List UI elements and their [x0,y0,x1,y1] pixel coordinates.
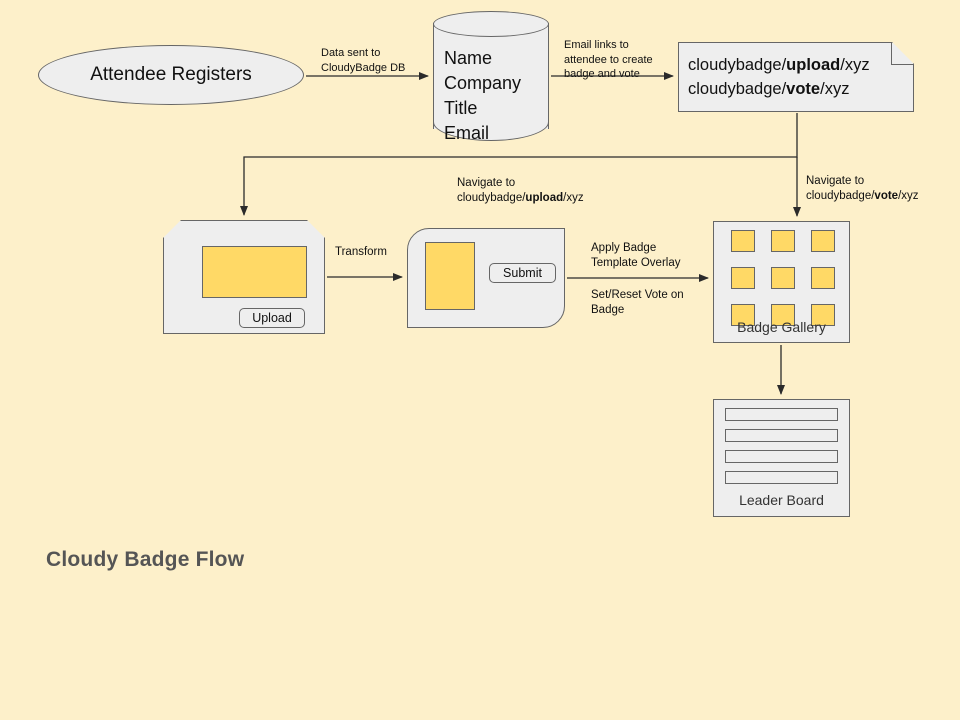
leader-board-row[interactable] [725,429,838,442]
badge-tile[interactable] [811,267,835,289]
submit-button[interactable]: Submit [489,263,556,283]
transform-image-placeholder [425,242,475,310]
edge-label-line: attendee to create [564,53,653,66]
badge-tile[interactable] [731,230,755,252]
leader-board-row[interactable] [725,408,838,421]
badge-tile[interactable] [811,230,835,252]
db-field: Email [444,123,490,143]
upload-image-placeholder [202,246,307,298]
edge-label-suffix: /xyz [898,190,919,202]
badge-gallery-caption: Badge Gallery [737,319,826,335]
edge-label-apply-template: Apply Badge Template Overlay [591,241,680,271]
edge-label-line: Set/Reset Vote on [591,289,684,301]
node-attendee-registers-label: Attendee Registers [90,64,252,85]
edge-label-register-to-db: Data sent to CloudyBadge DB [321,46,405,75]
edge-label-line: Badge [591,304,625,316]
note-line-vote: cloudybadge/vote/xyz [688,77,904,101]
node-badge-gallery[interactable]: Badge Gallery [713,221,850,343]
edge-label-set-reset-vote: Set/Reset Vote on Badge [591,288,684,318]
edge-label-note-to-upload: Navigate to cloudybadge/upload/xyz [457,176,584,206]
badge-tile[interactable] [771,267,795,289]
leader-board-row[interactable] [725,471,838,484]
note-suffix: /xyz [820,80,850,98]
edge-label-line: Apply Badge [591,242,657,254]
badge-tile[interactable] [771,230,795,252]
edge-label-line: Navigate to [457,177,516,189]
node-leader-board[interactable]: Leader Board [713,399,850,517]
leader-board-row[interactable] [725,450,838,463]
db-field: Title [444,98,478,118]
edge-label-line: Data sent to [321,47,381,59]
note-bold: upload [786,56,841,74]
edge-label-line: Transform [335,246,387,258]
cylinder-top [433,11,549,37]
edge-label-transform: Transform [335,245,387,260]
edge-label-bold: upload [525,192,564,204]
edge-label-line: Email links to [564,39,629,51]
edge-label-bold: vote [874,190,899,202]
edge-label-note-to-gallery: Navigate to cloudybadge/vote/xyz [806,174,919,204]
note-prefix: cloudybadge/ [688,56,787,74]
db-field-list: Name Company Title Email [444,46,544,146]
edge-label-line: cloudybadge/upload/xyz [457,191,584,206]
diagram-canvas: Attendee Registers Name Company Title Em… [0,0,960,720]
edge-label-suffix: /xyz [563,192,584,204]
leader-board-rows [725,408,838,492]
edge-label-prefix: cloudybadge/ [457,192,526,204]
db-field: Name [444,48,493,68]
note-line-upload: cloudybadge/upload/xyz [688,53,904,77]
edge-label-line: badge and vote [564,68,640,80]
edge-label-db-to-note: Email links to attendee to create badge … [564,38,653,82]
note-text: cloudybadge/upload/xyz cloudybadge/vote/… [688,53,904,101]
edge-label-prefix: cloudybadge/ [806,190,875,202]
node-url-note[interactable]: cloudybadge/upload/xyz cloudybadge/vote/… [678,42,914,112]
edge-label-line: CloudyBadge DB [321,61,406,74]
note-prefix: cloudybadge/ [688,80,787,98]
badge-tile-grid [731,230,835,326]
badge-tile[interactable] [731,267,755,289]
edge-label-line: Template Overlay [591,257,681,269]
diagram-title: Cloudy Badge Flow [46,548,245,571]
upload-button[interactable]: Upload [239,308,305,328]
leader-board-caption: Leader Board [739,492,824,508]
note-bold: vote [786,80,821,98]
node-attendee-registers[interactable]: Attendee Registers [38,45,304,105]
db-field: Company [444,73,522,93]
node-cloudybadge-db[interactable]: Name Company Title Email [433,10,549,143]
edge-label-line: cloudybadge/vote/xyz [806,189,919,204]
edge-label-line: Navigate to [806,175,865,187]
node-upload-page[interactable]: Upload [163,220,325,334]
note-suffix: /xyz [840,56,870,74]
